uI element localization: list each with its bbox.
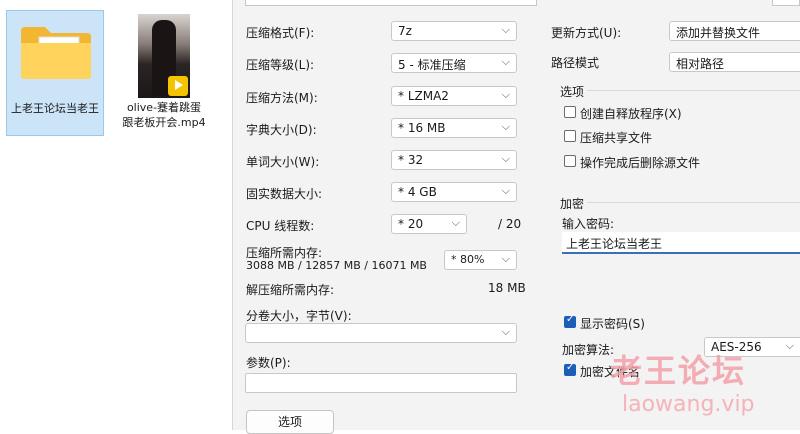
watermark-url: laowang.vip: [622, 392, 755, 417]
chevron-down-icon: ⌵: [501, 23, 510, 36]
password-input[interactable]: 上老王论坛当老王: [562, 232, 800, 254]
update-mode-label: 更新方式(U):: [551, 26, 622, 40]
chevron-down-icon: ⌵: [451, 216, 460, 229]
chevron-down-icon: ⌵: [501, 325, 510, 338]
path-mode-label: 路径模式: [551, 56, 600, 70]
path-mode-select[interactable]: 相对路径: [669, 52, 800, 72]
delete-after-checkbox[interactable]: [564, 155, 576, 167]
update-mode-select[interactable]: 添加并替换文件: [669, 21, 800, 41]
video-file-item[interactable]: olive-蹇着跳蛋跟老板开会.mp4: [112, 10, 216, 134]
word-size-label: 单词大小(W):: [246, 155, 320, 169]
format-label: 压缩格式(F):: [246, 26, 315, 40]
dict-label: 字典大小(D):: [246, 123, 317, 137]
mem-decompress-value: 18 MB: [488, 281, 526, 295]
shared-files-label: 压缩共享文件: [580, 131, 653, 145]
mem-compress-detail: 3088 MB / 12857 MB / 16071 MB: [246, 259, 427, 272]
delete-after-label: 操作完成后删除源文件: [580, 156, 701, 170]
encrypt-group-title: 加密: [560, 197, 585, 211]
archive-name-field-edge[interactable]: [245, 0, 537, 6]
path-mode-value: 相对路径: [676, 57, 725, 71]
chevron-down-icon: ⌵: [501, 120, 510, 133]
video-thumbnail: [138, 14, 190, 98]
update-mode-value: 添加并替换文件: [676, 26, 761, 40]
level-label: 压缩等级(L):: [246, 58, 315, 72]
format-value: 7z: [398, 24, 412, 38]
encrypt-group-border: [587, 202, 800, 203]
video-file-name: olive-蹇着跳蛋跟老板开会.mp4: [122, 101, 206, 129]
chevron-down-icon: ⌵: [501, 88, 510, 101]
options-group-border: [587, 90, 800, 91]
params-label: 参数(P):: [246, 356, 291, 370]
watermark-text: 老王论坛: [610, 352, 747, 390]
sfx-label: 创建自释放程序(X): [580, 107, 682, 121]
threads-label: CPU 线程数:: [246, 219, 315, 233]
level-select[interactable]: 5 - 标准压缩 ⌵: [391, 53, 517, 73]
dict-value: * 16 MB: [398, 121, 446, 135]
show-password-label: 显示密码(S): [580, 317, 645, 331]
options-button-label: 选项: [277, 415, 302, 429]
word-size-select[interactable]: * 32 ⌵: [391, 150, 517, 170]
folder-icon: [21, 27, 91, 79]
password-label: 输入密码:: [562, 217, 615, 231]
file-explorer-pane: 上老王论坛当老王 olive-蹇着跳蛋跟老板开会.mp4: [0, 0, 232, 430]
chevron-down-icon: ⌵: [501, 152, 510, 165]
browse-button-edge[interactable]: [772, 0, 800, 6]
dict-select[interactable]: * 16 MB ⌵: [391, 118, 517, 138]
method-value: * LZMA2: [398, 89, 449, 103]
folder-item[interactable]: 上老王论坛当老王: [6, 10, 104, 136]
split-label: 分卷大小，字节(V):: [246, 309, 352, 323]
chevron-down-icon: ⌵: [501, 55, 510, 68]
options-group-title: 选项: [560, 85, 585, 99]
threads-select[interactable]: * 20 ⌵: [391, 214, 467, 234]
encrypt-names-checkbox[interactable]: [564, 362, 576, 376]
options-button[interactable]: 选项: [246, 410, 334, 434]
level-value: 5 - 标准压缩: [398, 58, 466, 72]
chevron-down-icon: ⌵: [785, 339, 794, 352]
password-value: 上老王论坛当老王: [566, 237, 663, 251]
mem-percent-select[interactable]: * 80% ⌵: [444, 250, 517, 270]
mem-decompress-label: 解压缩所需内存:: [246, 283, 335, 297]
word-size-value: * 32: [398, 153, 424, 167]
shared-files-checkbox[interactable]: [564, 130, 576, 142]
solid-size-value: * 4 GB: [398, 185, 437, 199]
format-select[interactable]: 7z ⌵: [391, 21, 517, 41]
chevron-down-icon: ⌵: [501, 252, 510, 265]
threads-max: / 20: [498, 217, 522, 231]
show-password-checkbox[interactable]: [564, 314, 576, 328]
player-icon: [168, 76, 188, 96]
folder-name: 上老王论坛当老王: [11, 102, 99, 115]
solid-size-select[interactable]: * 4 GB ⌵: [391, 182, 517, 202]
method-select[interactable]: * LZMA2 ⌵: [391, 86, 517, 106]
method-label: 压缩方法(M):: [246, 91, 318, 105]
params-input[interactable]: [245, 373, 517, 393]
solid-size-label: 固实数据大小:: [246, 187, 323, 201]
mem-percent-value: * 80%: [451, 253, 485, 266]
sfx-checkbox[interactable]: [564, 106, 576, 118]
threads-value: * 20: [398, 217, 424, 231]
chevron-down-icon: ⌵: [501, 184, 510, 197]
encryption-method-label: 加密算法:: [562, 343, 615, 357]
split-volume-select[interactable]: ⌵: [245, 323, 517, 343]
